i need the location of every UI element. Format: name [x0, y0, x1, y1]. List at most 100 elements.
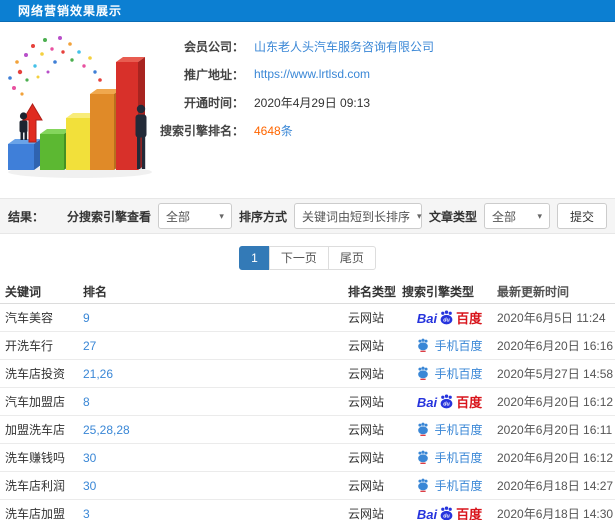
rank-link[interactable]: 25,28,28 [83, 423, 130, 437]
page-header: 网络营销效果展示 [0, 0, 615, 22]
baidu-paw-icon [416, 366, 430, 382]
promo-url-link[interactable]: https://www.lrtlsd.com [254, 67, 370, 81]
keyword-cell: 洗车赚钱吗 [5, 451, 66, 466]
engine-cell: Bai du 百度 [402, 506, 497, 520]
mobile-baidu-logo: 手机百度 [416, 338, 483, 354]
engine-filter-label: 分搜索引擎查看 [66, 209, 151, 224]
next-page-button[interactable]: 下一页 [268, 246, 329, 271]
engine-cell: Bai du 百度 [402, 310, 497, 325]
chevron-down-icon: ▾ [537, 210, 542, 221]
rank-type-cell: 云网站 [348, 367, 385, 382]
header-updated: 最新更新时间 [497, 284, 570, 299]
table-row: 加盟洗车店 25,28,28 云网站 手机百度 2020年6月20日 16:11 [0, 416, 615, 445]
baidu-logo: Bai du 百度 [416, 310, 483, 327]
keyword-rank-table: 关键词 排名 排名类型 搜索引擎类型 最新更新时间 汽车美容 9 云网站 Bai… [0, 279, 615, 520]
date-cell: 2020年6月20日 16:12 [497, 395, 614, 410]
member-company-link[interactable]: 山东老人头汽车服务咨询有限公司 [254, 40, 434, 54]
submit-button[interactable]: 提交 [556, 203, 607, 229]
mobile-baidu-logo: 手机百度 [416, 422, 483, 438]
engine-rank-row: 搜索引擎排名： 4648条 [160, 116, 615, 144]
table-row: 汽车加盟店 8 云网站 Bai du 百度 2020年6月20日 16:12 [0, 388, 615, 417]
article-type-label: 文章类型 [428, 209, 477, 224]
date-cell: 2020年6月20日 16:11 [497, 423, 613, 438]
engine-rank-count: 4648 [254, 123, 281, 138]
article-type-select[interactable]: 全部 ▾ [483, 203, 550, 229]
keyword-cell: 洗车店投资 [5, 367, 66, 382]
rank-link[interactable]: 30 [83, 479, 96, 493]
header-rank-type: 排名类型 [348, 284, 397, 299]
rank-type-cell: 云网站 [348, 395, 385, 410]
baidu-paw-icon [416, 450, 430, 466]
baidu-paw-icon: du [438, 506, 455, 520]
mobile-baidu-logo: 手机百度 [416, 478, 483, 494]
filter-bar: 结果： 分搜索引擎查看 全部 ▾ 排序方式 关键词由短到长排序 ▾ 文章类型 全… [0, 198, 615, 234]
table-header-row: 关键词 排名 排名类型 搜索引擎类型 最新更新时间 [0, 279, 615, 305]
rank-type-cell: 云网站 [348, 479, 385, 494]
date-cell: 2020年6月20日 16:12 [497, 451, 614, 466]
chevron-down-icon: ▾ [219, 210, 224, 221]
rank-link[interactable]: 27 [83, 339, 96, 353]
svg-text:du: du [443, 402, 450, 408]
header-rank: 排名 [83, 284, 108, 299]
engine-rank-unit: 条 [280, 123, 293, 138]
pagination: 1 下一页 尾页 [0, 246, 615, 271]
keyword-cell: 洗车店加盟 [5, 507, 66, 520]
growth-chart-illustration [0, 22, 160, 182]
rank-type-cell: 云网站 [348, 507, 385, 520]
rank-type-cell: 云网站 [348, 423, 385, 438]
page-1-button[interactable]: 1 [239, 246, 270, 271]
date-cell: 2020年6月5日 11:24 [497, 311, 606, 326]
engine-cell: 手机百度 [402, 478, 497, 494]
baidu-logo: Bai du 百度 [416, 506, 483, 520]
engine-filter-select[interactable]: 全部 ▾ [157, 203, 232, 229]
rank-link[interactable]: 3 [83, 507, 90, 520]
rank-link[interactable]: 8 [83, 395, 90, 409]
baidu-paw-icon [416, 478, 430, 494]
open-time-label: 开通时间： [183, 95, 244, 110]
baidu-paw-icon: du [438, 310, 455, 325]
results-label: 结果： [8, 209, 45, 224]
date-cell: 2020年6月18日 14:30 [497, 507, 614, 520]
businessman-left-icon [19, 112, 28, 140]
member-company-label: 会员公司： [183, 39, 244, 54]
promo-url-row: 推广地址： https://www.lrtlsd.com [160, 60, 615, 88]
baidu-paw-icon [416, 422, 430, 438]
date-cell: 2020年6月18日 14:27 [497, 479, 614, 494]
table-row: 汽车美容 9 云网站 Bai du 百度 2020年6月5日 11:24 [0, 304, 615, 333]
mobile-baidu-logo: 手机百度 [416, 366, 483, 382]
baidu-paw-icon: du [438, 394, 455, 409]
promo-url-label: 推广地址： [183, 67, 244, 82]
filter-controls: 分搜索引擎查看 全部 ▾ 排序方式 关键词由短到长排序 ▾ 文章类型 全部 ▾ … [67, 203, 607, 229]
blue-bar-icon [8, 139, 41, 170]
member-company-row: 会员公司： 山东老人头汽车服务咨询有限公司 [160, 32, 615, 60]
rank-type-cell: 云网站 [348, 339, 385, 354]
engine-cell: 手机百度 [402, 422, 497, 438]
table-row: 洗车赚钱吗 30 云网站 手机百度 2020年6月20日 16:12 [0, 444, 615, 473]
engine-cell: 手机百度 [402, 450, 497, 466]
bar-chart-clipart-icon [8, 36, 152, 178]
rank-link[interactable]: 30 [83, 451, 96, 465]
keyword-cell: 汽车美容 [5, 311, 54, 326]
table-row: 洗车店利润 30 云网站 手机百度 2020年6月18日 14:27 [0, 472, 615, 501]
date-cell: 2020年5月27日 14:58 [497, 367, 614, 382]
keyword-cell: 汽车加盟店 [5, 395, 66, 410]
baidu-paw-icon [416, 338, 430, 354]
last-page-button[interactable]: 尾页 [327, 246, 376, 271]
keyword-cell: 洗车店利润 [5, 479, 66, 494]
table-row: 洗车店投资 21,26 云网站 手机百度 2020年5月27日 14:58 [0, 360, 615, 389]
page-title: 网络营销效果展示 [18, 4, 123, 18]
mobile-baidu-logo: 手机百度 [416, 450, 483, 466]
rank-link[interactable]: 9 [83, 311, 90, 325]
open-time-row: 开通时间： 2020年4月29日 09:13 [160, 88, 615, 116]
red-bar-icon [116, 57, 145, 170]
keyword-cell: 加盟洗车店 [5, 423, 66, 438]
rank-link[interactable]: 21,26 [83, 367, 113, 381]
sort-select[interactable]: 关键词由短到长排序 ▾ [293, 203, 422, 229]
table-row: 洗车店加盟 3 云网站 Bai du 百度 2020年6月18日 14:30 [0, 500, 615, 520]
open-time-value: 2020年4月29日 09:13 [254, 95, 371, 110]
header-keyword: 关键词 [5, 284, 42, 299]
svg-text:du: du [443, 318, 450, 324]
baidu-logo: Bai du 百度 [416, 394, 483, 411]
keyword-cell: 开洗车行 [5, 339, 54, 354]
engine-cell: 手机百度 [402, 338, 497, 354]
